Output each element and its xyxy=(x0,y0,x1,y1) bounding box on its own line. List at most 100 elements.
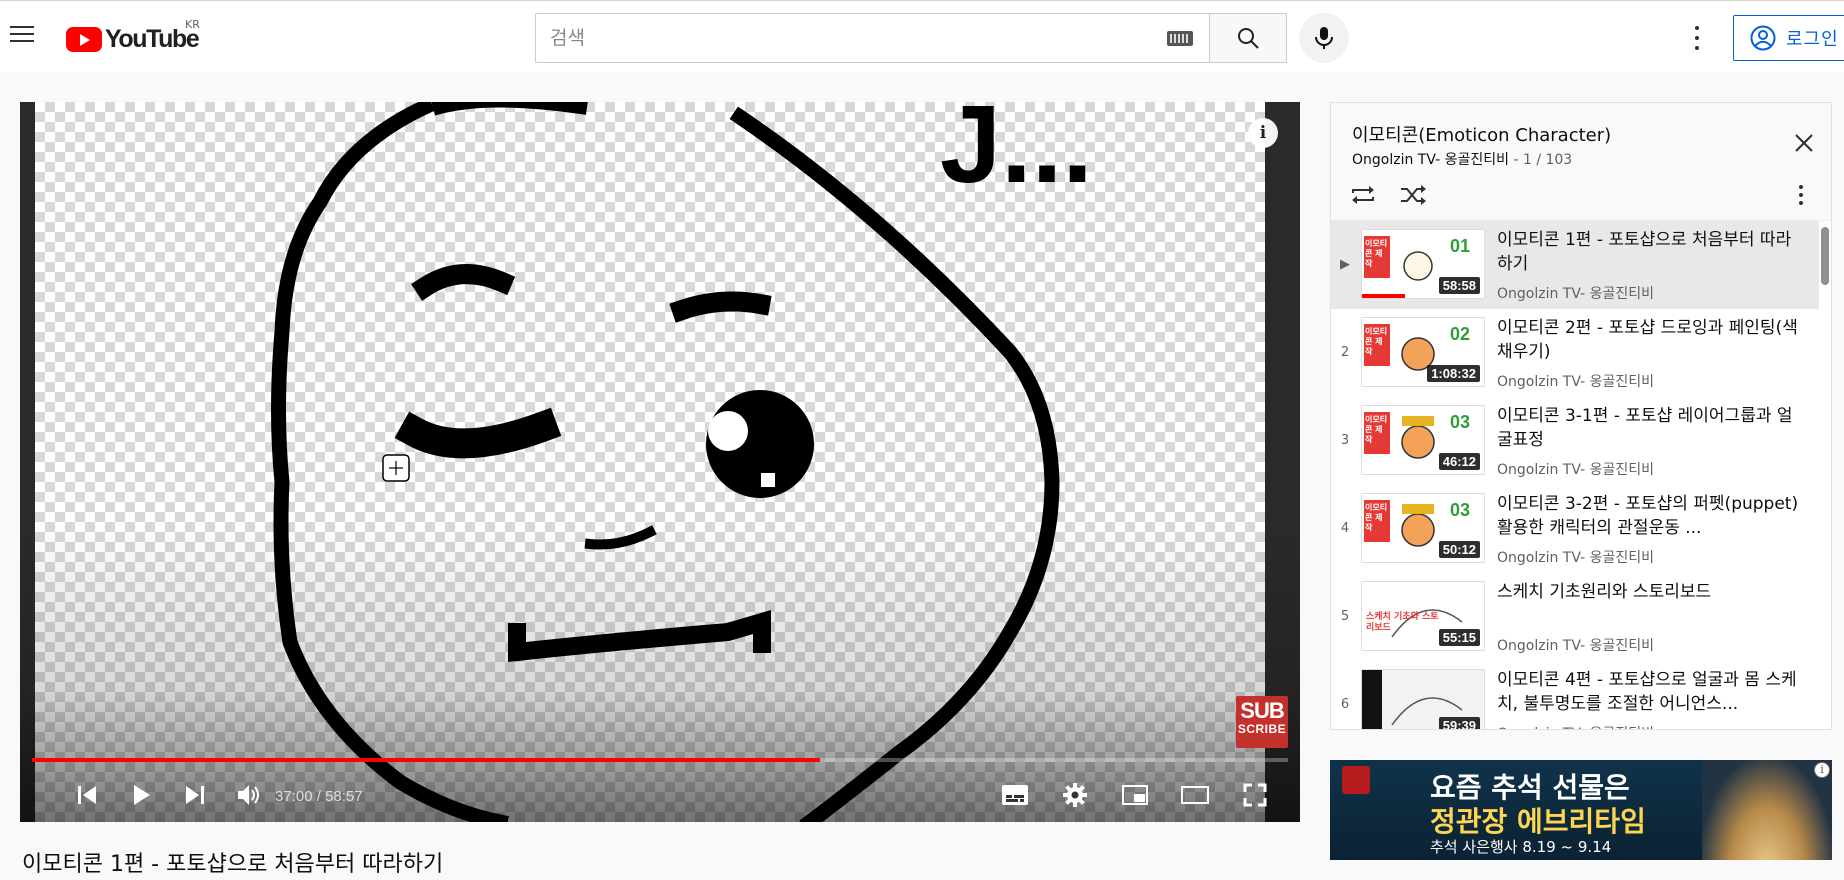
playlist-subtitle: Ongolzin TV- 옹골진티비 - 1 / 103 xyxy=(1352,149,1572,169)
theater-mode-button[interactable] xyxy=(1178,778,1212,812)
search-bar xyxy=(535,13,1287,63)
playlist-item[interactable]: 4 03 이모티콘 제작 50:12 이모티콘 3-2편 - 포토샵의 퍼펫(puppe… xyxy=(1331,485,1819,573)
playlist-item-channel: Ongolzin TV- 옹골진티비 xyxy=(1497,638,1655,654)
youtube-play-icon xyxy=(66,27,102,52)
theater-mode-icon xyxy=(1181,786,1209,804)
playlist-item-channel: Ongolzin TV- 옹골진티비 xyxy=(1497,286,1655,302)
miniplayer-button[interactable] xyxy=(1118,778,1152,812)
ad-model-image xyxy=(1702,760,1832,860)
keyboard-icon[interactable] xyxy=(1167,31,1193,46)
time-total: 58:57 xyxy=(325,788,363,805)
progress-bar[interactable] xyxy=(32,758,1288,762)
subtitles-icon xyxy=(1002,785,1028,805)
top-bar: YouTube KR 로그인 xyxy=(0,0,1844,72)
youtube-logo[interactable]: YouTube xyxy=(66,25,200,54)
info-card-button[interactable]: i xyxy=(1248,118,1278,148)
playlist-item-title[interactable]: 이모티콘 1편 - 포토샵으로 처음부터 따라하기 xyxy=(1497,228,1802,276)
search-input[interactable] xyxy=(536,14,1176,62)
thumbnail-episode-badge: 03 xyxy=(1450,412,1471,432)
playlist-item[interactable]: 2 02 이모티콘 제작 1:08:32 이모티콘 2편 - 포토샵 드로잉과 페인팅(… xyxy=(1331,309,1819,397)
playlist-item-thumbnail[interactable]: 01 이모티콘 제작 58:58 xyxy=(1361,229,1485,299)
search-icon xyxy=(1238,28,1259,49)
playlist-item-thumbnail[interactable]: 03 이모티콘 제작 46:12 xyxy=(1361,405,1485,475)
now-playing-icon: ▶ xyxy=(1340,257,1350,272)
subscribe-watermark[interactable]: SUB SCRIBE xyxy=(1236,696,1288,748)
playlist-item-index: 4 xyxy=(1340,521,1350,536)
thumbnail-caption: 이모티콘 제작 xyxy=(1365,239,1388,268)
settings-button[interactable] xyxy=(1058,778,1092,812)
shuffle-button[interactable] xyxy=(1397,181,1429,209)
voice-search-button[interactable] xyxy=(1299,13,1349,63)
thumbnail-episode-badge: 03 xyxy=(1450,500,1471,520)
playlist-items: ▶ 01 이모티콘 제작 58:58 이모티콘 1편 - 포토샵으로 처음부터 따라하기… xyxy=(1331,221,1819,729)
next-icon xyxy=(186,786,204,804)
fullscreen-button[interactable] xyxy=(1238,778,1272,812)
playlist-item-index: 2 xyxy=(1340,345,1350,360)
next-button[interactable] xyxy=(178,778,212,812)
playlist-item-index: 5 xyxy=(1340,609,1350,624)
playlist-item-thumbnail[interactable]: 02 이모티콘 제작 1:08:32 xyxy=(1361,317,1485,387)
play-icon xyxy=(134,785,150,805)
thumbnail-caption: 스케치 기초와 스토리보드 xyxy=(1366,612,1439,633)
playlist-item-channel: Ongolzin TV- 옹골진티비 xyxy=(1497,723,1654,729)
playlist-item-title[interactable]: 이모티콘 3-2편 - 포토샵의 퍼펫(puppet) 활용한 캐릭터의 관절운… xyxy=(1497,492,1802,540)
playlist-item-index: 3 xyxy=(1340,433,1350,448)
playlist-owner[interactable]: Ongolzin TV- 옹골진티비 xyxy=(1352,152,1509,168)
previous-button[interactable] xyxy=(70,778,104,812)
loop-icon xyxy=(1352,186,1374,204)
playlist-panel: 이모티콘(Emoticon Character) Ongolzin TV- 옹골… xyxy=(1330,102,1832,730)
search-button[interactable] xyxy=(1209,13,1287,63)
playlist-item-index: 6 xyxy=(1340,697,1350,712)
video-player[interactable]: J... i SUB SCRIBE 37:00 / 58:57 xyxy=(20,102,1300,822)
loop-button[interactable] xyxy=(1347,181,1379,209)
video-duration: 1:08:32 xyxy=(1427,365,1480,382)
video-duration: 55:15 xyxy=(1438,629,1480,646)
previous-icon xyxy=(78,786,96,804)
playlist-item-thumbnail[interactable]: 스케치 기초와 스토리보드 55:15 xyxy=(1361,581,1485,651)
playlist-item-channel: Ongolzin TV- 옹골진티비 xyxy=(1497,550,1655,566)
login-label: 로그인 xyxy=(1786,29,1839,50)
crosshair-cursor-icon xyxy=(382,454,410,482)
playlist-item-title[interactable]: 이모티콘 2편 - 포토샵 드로잉과 페인팅(색채우기) xyxy=(1497,316,1802,364)
playlist-item[interactable]: 5 스케치 기초와 스토리보드 55:15 스케치 기초원리와 스토리보드 Ongolz… xyxy=(1331,573,1819,661)
microphone-icon xyxy=(1315,27,1333,49)
playlist-scrollbar[interactable] xyxy=(1821,227,1829,285)
country-code: KR xyxy=(185,18,200,31)
player-controls: 37:00 / 58:57 xyxy=(20,770,1300,818)
canvas-text: J... xyxy=(940,102,1093,206)
subtitles-button[interactable] xyxy=(998,778,1032,812)
settings-menu-icon[interactable] xyxy=(1690,23,1704,53)
playlist-item-title[interactable]: 스케치 기초원리와 스토리보드 xyxy=(1497,580,1802,604)
login-button[interactable]: 로그인 xyxy=(1733,15,1844,61)
thumbnail-episode-badge: 02 xyxy=(1450,324,1471,344)
video-title: 이모티콘 1편 - 포토샵으로 처음부터 따라하기 xyxy=(22,852,444,877)
video-duration: 58:58 xyxy=(1438,277,1480,294)
time-separator: / xyxy=(312,788,326,805)
playlist-item-channel: Ongolzin TV- 옹골진티비 xyxy=(1497,374,1655,390)
playlist-item[interactable]: 6 59:39 이모티콘 4편 - 포토샵으로 얼굴과 몸 스케치, 불투명도를 조… xyxy=(1331,661,1819,729)
playlist-item[interactable]: 3 03 이모티콘 제작 46:12 이모티콘 3-1편 - 포토샵 레이어그룹과 얼굴… xyxy=(1331,397,1819,485)
playlist-item-title[interactable]: 이모티콘 4편 - 포토샵으로 얼굴과 몸 스케치, 불투명도를 조절한 어니언… xyxy=(1497,668,1802,716)
menu-icon[interactable] xyxy=(10,21,36,45)
playlist-menu-icon[interactable] xyxy=(1797,183,1805,207)
close-icon[interactable] xyxy=(1792,131,1816,155)
ad-info-icon[interactable]: i xyxy=(1814,762,1830,778)
playlist-title[interactable]: 이모티콘(Emoticon Character) xyxy=(1352,121,1611,147)
playlist-item-title[interactable]: 이모티콘 3-1편 - 포토샵 레이어그룹과 얼굴표정 xyxy=(1497,404,1802,452)
playlist-item[interactable]: ▶ 01 이모티콘 제작 58:58 이모티콘 1편 - 포토샵으로 처음부터 따라하기… xyxy=(1331,221,1819,309)
ad-banner[interactable]: 요즘 추석 선물은 정관장 에브리타임 추석 사은행사 8.19 ~ 9.14 xyxy=(1330,760,1832,860)
playlist-header: 이모티콘(Emoticon Character) Ongolzin TV- 옹골… xyxy=(1331,103,1831,221)
thumbnail-caption: 이모티콘 제작 xyxy=(1365,415,1388,444)
playlist-item-thumbnail[interactable]: 59:39 xyxy=(1361,669,1485,729)
playlist-item-thumbnail[interactable]: 03 이모티콘 제작 50:12 xyxy=(1361,493,1485,563)
gear-icon xyxy=(1063,783,1087,807)
miniplayer-icon xyxy=(1122,785,1148,805)
thumbnail-episode-badge: 01 xyxy=(1450,236,1471,256)
ad-promo-text: 추석 사은행사 8.19 ~ 9.14 xyxy=(1430,838,1612,856)
volume-button[interactable] xyxy=(232,778,266,812)
time-current: 37:00 xyxy=(275,788,313,805)
progress-fill xyxy=(32,758,820,762)
video-duration: 59:39 xyxy=(1438,717,1480,729)
watched-progress xyxy=(1362,294,1405,298)
play-button[interactable] xyxy=(124,778,158,812)
